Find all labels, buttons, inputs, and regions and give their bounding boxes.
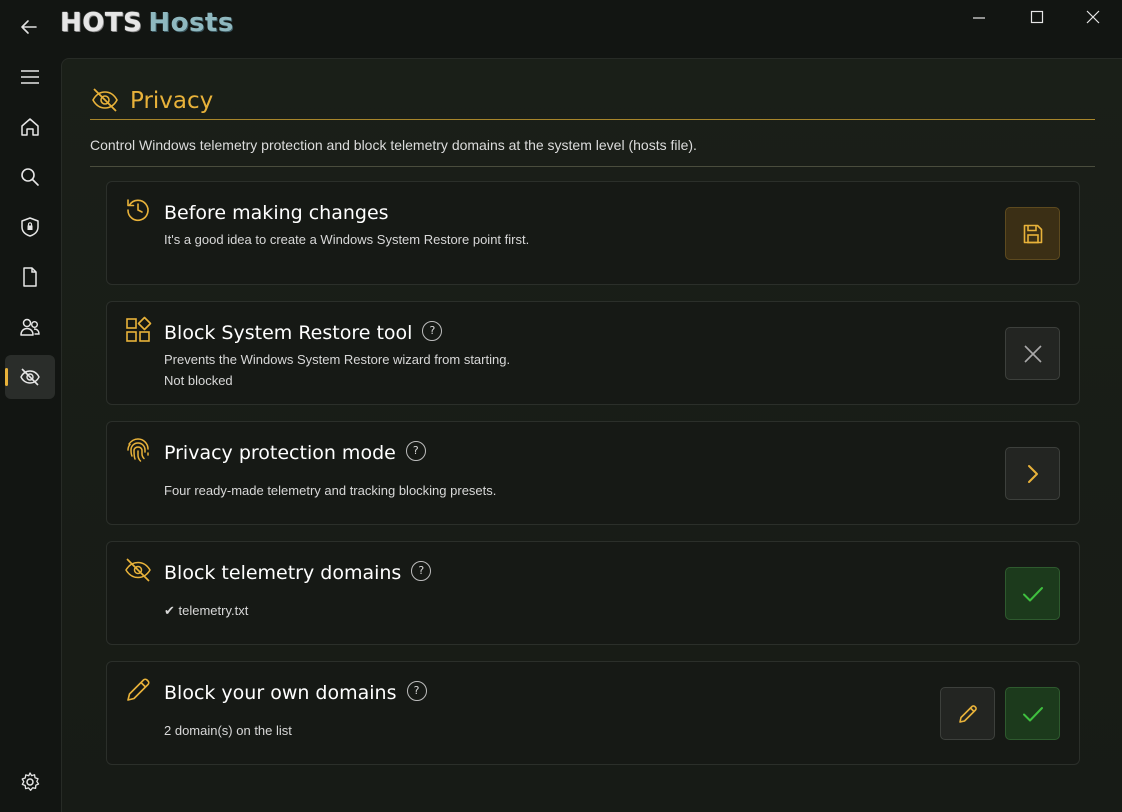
card-title-text: Block System Restore tool [164, 322, 413, 344]
help-icon[interactable]: ? [405, 440, 426, 461]
app-title-part1: HOTS [60, 8, 143, 38]
card-subtitle: It's a good idea to create a Windows Sys… [164, 232, 530, 247]
card-title-text: Block telemetry domains [164, 562, 402, 584]
eye-off-icon [92, 88, 118, 112]
domain-count: 2 domain(s) on the list [164, 723, 292, 738]
block-system-restore-toggle[interactable] [1005, 327, 1060, 380]
save-icon [1023, 224, 1042, 243]
document-icon [23, 267, 37, 287]
minimize-button[interactable] [950, 0, 1008, 34]
status-text: Not blocked [164, 373, 233, 388]
eye-off-icon [20, 368, 40, 386]
menu-icon [21, 70, 39, 84]
block-telemetry-toggle[interactable] [1005, 567, 1060, 620]
check-icon [1022, 586, 1043, 601]
back-arrow-icon [21, 20, 37, 34]
users-icon [20, 318, 40, 336]
card-block-telemetry-domains: Block telemetry domains? ✔ telemetry.txt [106, 541, 1080, 645]
search-icon [21, 168, 39, 186]
sidebar [0, 52, 60, 811]
help-icon[interactable]: ? [406, 680, 427, 701]
pencil-icon [958, 704, 977, 723]
card-title-text: Privacy protection mode [164, 442, 396, 464]
card-title: Before making changes [164, 202, 389, 224]
sidebar-item-shield[interactable] [5, 205, 55, 249]
maximize-icon [1030, 10, 1044, 24]
page-description: Control Windows telemetry protection and… [90, 137, 697, 153]
minimize-icon [973, 17, 985, 19]
sidebar-item-menu[interactable] [5, 55, 55, 99]
card-title: Block telemetry domains? [164, 560, 432, 584]
card-block-own-domains: Block your own domains? 2 domain(s) on t… [106, 661, 1080, 765]
close-icon [1086, 10, 1100, 24]
fingerprint-icon [127, 438, 149, 462]
sidebar-item-privacy[interactable] [5, 355, 55, 399]
maximize-button[interactable] [1008, 0, 1066, 34]
apps-icon [126, 316, 152, 342]
sidebar-item-users[interactable] [5, 305, 55, 349]
settings-icon [21, 772, 40, 791]
card-title: Block System Restore tool? [164, 320, 443, 344]
pencil-icon [127, 678, 150, 701]
main-panel: Privacy Control Windows telemetry protec… [61, 58, 1122, 812]
x-icon [1023, 344, 1042, 363]
card-title: Block your own domains? [164, 680, 427, 704]
card-block-system-restore: Block System Restore tool? Prevents the … [106, 301, 1080, 405]
sidebar-item-settings[interactable] [5, 760, 55, 804]
check-icon [1022, 706, 1043, 721]
card-title: Privacy protection mode? [164, 440, 426, 464]
card-subtitle: Four ready-made telemetry and tracking b… [164, 483, 497, 498]
card-subtitle: Prevents the Windows System Restore wiza… [164, 352, 511, 367]
back-button[interactable] [14, 12, 44, 42]
sidebar-item-home[interactable] [5, 105, 55, 149]
edit-domains-button[interactable] [940, 687, 995, 740]
card-privacy-protection-mode: Privacy protection mode? Four ready-made… [106, 421, 1080, 525]
divider [90, 166, 1095, 167]
block-own-domains-toggle[interactable] [1005, 687, 1060, 740]
title-bar: HOTS Hosts [0, 0, 1122, 52]
card-restore-point: Before making changes It's a good idea t… [106, 181, 1080, 285]
chevron-right-icon [1027, 464, 1038, 483]
shield-icon [21, 217, 39, 237]
app-title: HOTS Hosts [60, 8, 234, 38]
close-window-button[interactable] [1064, 0, 1122, 34]
file-status: ✔ telemetry.txt [164, 603, 249, 618]
card-title-text: Block your own domains [164, 682, 397, 704]
sidebar-item-search[interactable] [5, 155, 55, 199]
home-icon [21, 118, 39, 136]
help-icon[interactable]: ? [411, 560, 432, 581]
page-title: Privacy [130, 88, 214, 114]
page-header: Privacy [90, 85, 1095, 120]
create-restore-point-button[interactable] [1005, 207, 1060, 260]
eye-off-icon [125, 558, 151, 582]
app-title-part2: Hosts [148, 8, 234, 38]
history-icon [127, 199, 149, 222]
help-icon[interactable]: ? [422, 320, 443, 341]
open-privacy-mode-button[interactable] [1005, 447, 1060, 500]
sidebar-item-document[interactable] [5, 255, 55, 299]
